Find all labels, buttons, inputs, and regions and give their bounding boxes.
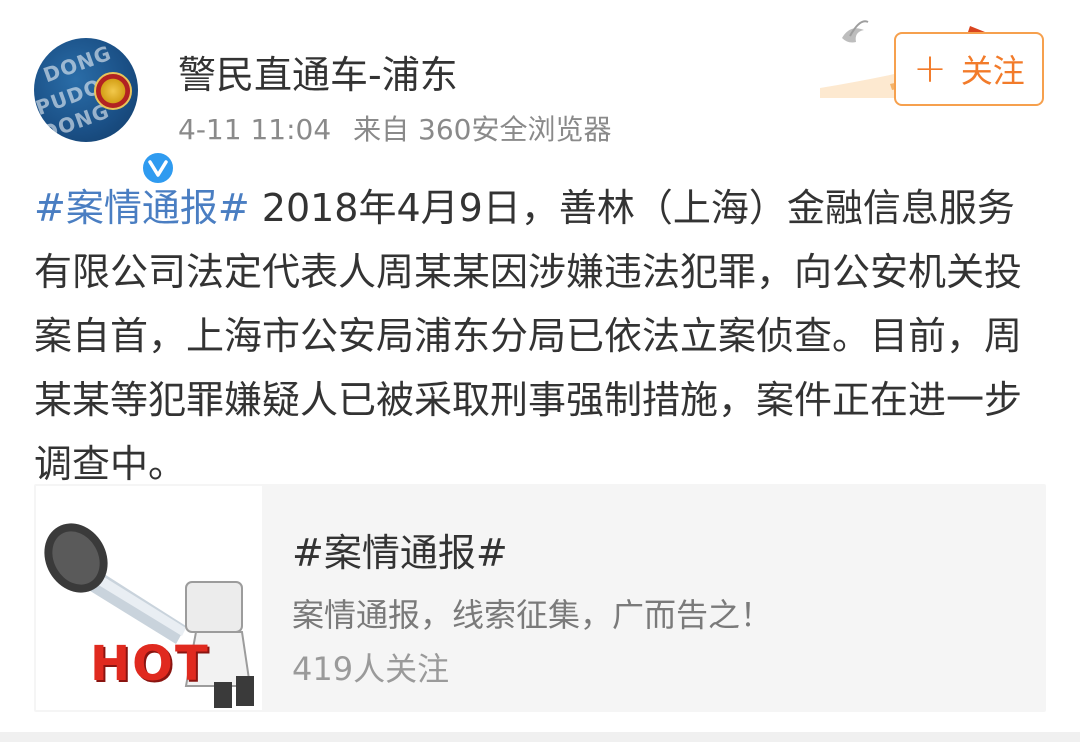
- post-time: 4-11 11:04: [178, 113, 332, 146]
- post-body: #案情通报# 2018年4月9日，善林（上海）金融信息服务有限公司法定代表人周某…: [34, 176, 1044, 496]
- avatar-image: DONG PUDON DONG: [34, 38, 138, 142]
- post-meta: 4-11 11:04 来自 360安全浏览器: [178, 108, 612, 148]
- topic-card-followers: 419人关注: [292, 650, 450, 688]
- follow-button[interactable]: + 关注: [894, 32, 1044, 106]
- body-text: 2018年4月9日，善林（上海）金融信息服务有限公司法定代表人周某某因涉嫌违法犯…: [34, 186, 1023, 486]
- post-header: DONG PUDON DONG 警民直通车-浦东 4-11 11:04 来自 36…: [0, 0, 1080, 186]
- bottom-divider: [0, 732, 1080, 742]
- post-source[interactable]: 来自 360安全浏览器: [353, 113, 611, 146]
- topic-thumbnail: HOT: [36, 486, 262, 710]
- plus-icon: +: [913, 46, 947, 92]
- topic-card[interactable]: HOT #案情通报# 案情通报，线索征集，广而告之！ 419人关注: [34, 484, 1046, 712]
- topic-card-title: #案情通报#: [292, 531, 508, 575]
- topic-card-description: 案情通报，线索征集，广而告之！: [292, 596, 773, 634]
- author-name[interactable]: 警民直通车-浦东: [178, 44, 458, 99]
- avatar[interactable]: DONG PUDON DONG: [34, 38, 176, 186]
- hot-label: HOT: [90, 636, 210, 692]
- follow-button-label: 关注: [960, 52, 1025, 90]
- police-emblem-icon: [94, 72, 132, 110]
- body-hashtag-link[interactable]: #案情通报#: [34, 186, 250, 230]
